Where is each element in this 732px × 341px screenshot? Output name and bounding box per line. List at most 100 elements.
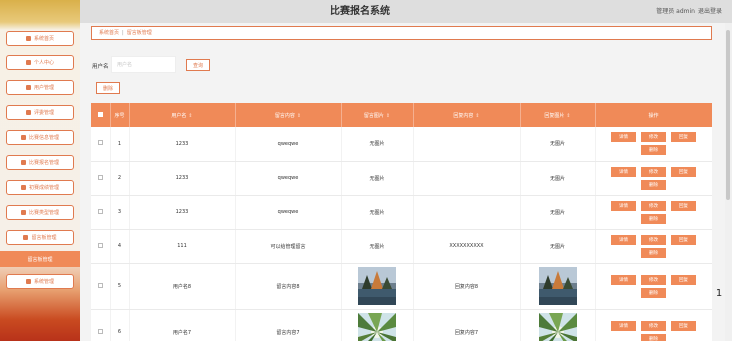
sidebar-item-judges[interactable]: 评委管理 [6, 105, 74, 120]
reply-button[interactable]: 回复 [671, 132, 696, 143]
detail-button[interactable]: 详情 [611, 234, 636, 245]
row-delete-button[interactable]: 删除 [641, 213, 666, 224]
sidebar-item-label: 比赛类型管理 [28, 210, 59, 216]
content-cell: 留言内容7 [235, 309, 342, 341]
sidebar-item-label: 系统首页 [33, 36, 54, 42]
reply-image-cell [520, 309, 596, 341]
column-header-content[interactable]: 留言内容 ⇕ [235, 103, 342, 127]
row-delete-button[interactable]: 删除 [641, 247, 666, 258]
content-cell: qweqwe [235, 127, 342, 162]
sort-icon[interactable]: ⇕ [188, 113, 192, 119]
sort-icon[interactable]: ⇕ [297, 113, 301, 119]
sidebar-item-competition-types[interactable]: 比赛类型管理 [6, 205, 74, 220]
reply-image-cell [520, 263, 596, 310]
column-header-reply[interactable]: 回复内容 ⇕ [413, 103, 521, 127]
index-cell: 1 [110, 127, 130, 162]
sidebar-item-home[interactable]: 系统首页 [6, 31, 74, 46]
grid-icon [20, 160, 26, 165]
reply-button[interactable]: 回复 [671, 234, 696, 245]
detail-button[interactable]: 详情 [611, 200, 636, 211]
detail-button[interactable]: 详情 [611, 320, 636, 331]
table-row: 1 1233 qweqwe 无图片 无图片 详情 修改 回复 删除 [91, 127, 712, 162]
sort-icon[interactable]: ⇕ [475, 113, 479, 119]
row-checkbox[interactable] [91, 263, 111, 310]
floating-widget[interactable]: 1 [713, 288, 725, 300]
reply-button[interactable]: 回复 [671, 166, 696, 177]
sidebar-item-registration[interactable]: 比赛报名管理 [6, 155, 74, 170]
home-icon [25, 36, 31, 41]
row-delete-button[interactable]: 删除 [641, 287, 666, 298]
edit-button[interactable]: 修改 [641, 200, 666, 211]
sidebar-item-users[interactable]: 用户管理 [6, 80, 74, 95]
row-delete-button[interactable]: 删除 [641, 179, 666, 190]
content-cell: qweqwe [235, 195, 342, 230]
content-cell: qweqwe [235, 161, 342, 196]
system-title: 比赛报名系统 [330, 6, 390, 17]
sidebar-item-label: 比赛报名管理 [28, 160, 59, 166]
row-checkbox[interactable] [91, 229, 111, 264]
username-cell: 111 [129, 229, 236, 264]
sort-icon[interactable]: ⇕ [386, 113, 390, 119]
reply-button[interactable]: 回复 [671, 274, 696, 285]
row-checkbox[interactable] [91, 195, 111, 230]
forest-thumbnail[interactable] [538, 313, 577, 341]
row-checkbox[interactable] [91, 309, 111, 341]
reply-cell [413, 195, 521, 230]
sidebar-item-competition-info[interactable]: 比赛信息管理 [6, 130, 74, 145]
row-checkbox[interactable] [91, 161, 111, 196]
reply-button[interactable]: 回复 [671, 320, 696, 331]
actions-cell: 详情 修改 回复 删除 [595, 263, 712, 310]
delete-button[interactable]: 删除 [96, 82, 120, 94]
search-label: 用户名 [92, 64, 109, 70]
sidebar-item-label: 留言板管理 [27, 256, 53, 263]
row-checkbox[interactable] [91, 127, 111, 162]
column-header-reply-image[interactable]: 回复图片 ⇕ [520, 103, 596, 127]
username-search-input[interactable] [111, 56, 176, 73]
table-row: 2 1233 qweqwe 无图片 无图片 详情 修改 回复 删除 [91, 161, 712, 196]
column-header-image[interactable]: 留言图片 ⇕ [341, 103, 414, 127]
sidebar-item-label: 个人中心 [33, 60, 54, 66]
sort-icon[interactable]: ⇕ [566, 113, 570, 119]
logout-link[interactable]: 退出登录 [698, 8, 722, 15]
reply-image-cell: 无图片 [520, 195, 596, 230]
row-delete-button[interactable]: 删除 [641, 333, 666, 341]
detail-button[interactable]: 详情 [611, 166, 636, 177]
index-cell: 2 [110, 161, 130, 196]
sidebar-subitem-messages[interactable]: 留言板管理 [0, 251, 80, 267]
column-header-username[interactable]: 用户名 ⇕ [129, 103, 236, 127]
select-all-checkbox[interactable] [91, 103, 111, 127]
user-role: 管理员 admin [656, 8, 695, 15]
landscape-thumbnail[interactable] [538, 267, 577, 305]
username-cell: 1233 [129, 161, 236, 196]
search-button[interactable]: 查询 [186, 59, 210, 71]
edit-button[interactable]: 修改 [641, 132, 666, 143]
send-icon [20, 135, 26, 140]
sidebar-item-preliminary-scores[interactable]: 初赛成绩管理 [6, 180, 74, 195]
row-delete-button[interactable]: 删除 [641, 145, 666, 156]
column-header-index: 序号 [110, 103, 130, 127]
table-header-row: 序号 用户名 ⇕ 留言内容 ⇕ 留言图片 ⇕ 回复内容 ⇕ 回复图片 ⇕ 操作 [91, 103, 712, 127]
table-row: 3 1233 qweqwe 无图片 无图片 详情 修改 回复 删除 [91, 195, 712, 230]
top-bar: 比赛报名系统 管理员 admin 退出登录 [80, 0, 732, 23]
edit-button[interactable]: 修改 [641, 320, 666, 331]
edit-button[interactable]: 修改 [641, 234, 666, 245]
sidebar-item-label: 比赛信息管理 [28, 135, 59, 141]
user-info: 管理员 admin 退出登录 [656, 0, 722, 23]
detail-button[interactable]: 详情 [611, 274, 636, 285]
table-row: 6 用户名7 留言内容7 回复内容7 详情 修改 回复 删除 [91, 309, 712, 341]
sidebar-item-system[interactable]: 系统管理 [6, 274, 74, 289]
reply-button[interactable]: 回复 [671, 200, 696, 211]
edit-button[interactable]: 修改 [641, 166, 666, 177]
scrollbar-thumb[interactable] [726, 30, 730, 200]
breadcrumb-home[interactable]: 系统首页 [99, 30, 119, 36]
reply-cell: XXXXXXXXXX [413, 229, 521, 264]
landscape-thumbnail[interactable] [358, 267, 396, 305]
reply-image-cell: 无图片 [520, 161, 596, 196]
reply-image-cell: 无图片 [520, 229, 596, 264]
sidebar-item-profile[interactable]: 个人中心 [6, 55, 74, 70]
forest-thumbnail[interactable] [358, 313, 396, 341]
sidebar-item-messages[interactable]: 留言板管理 [6, 230, 74, 245]
edit-button[interactable]: 修改 [641, 274, 666, 285]
image-cell: 无图片 [341, 127, 414, 162]
detail-button[interactable]: 详情 [611, 132, 636, 143]
